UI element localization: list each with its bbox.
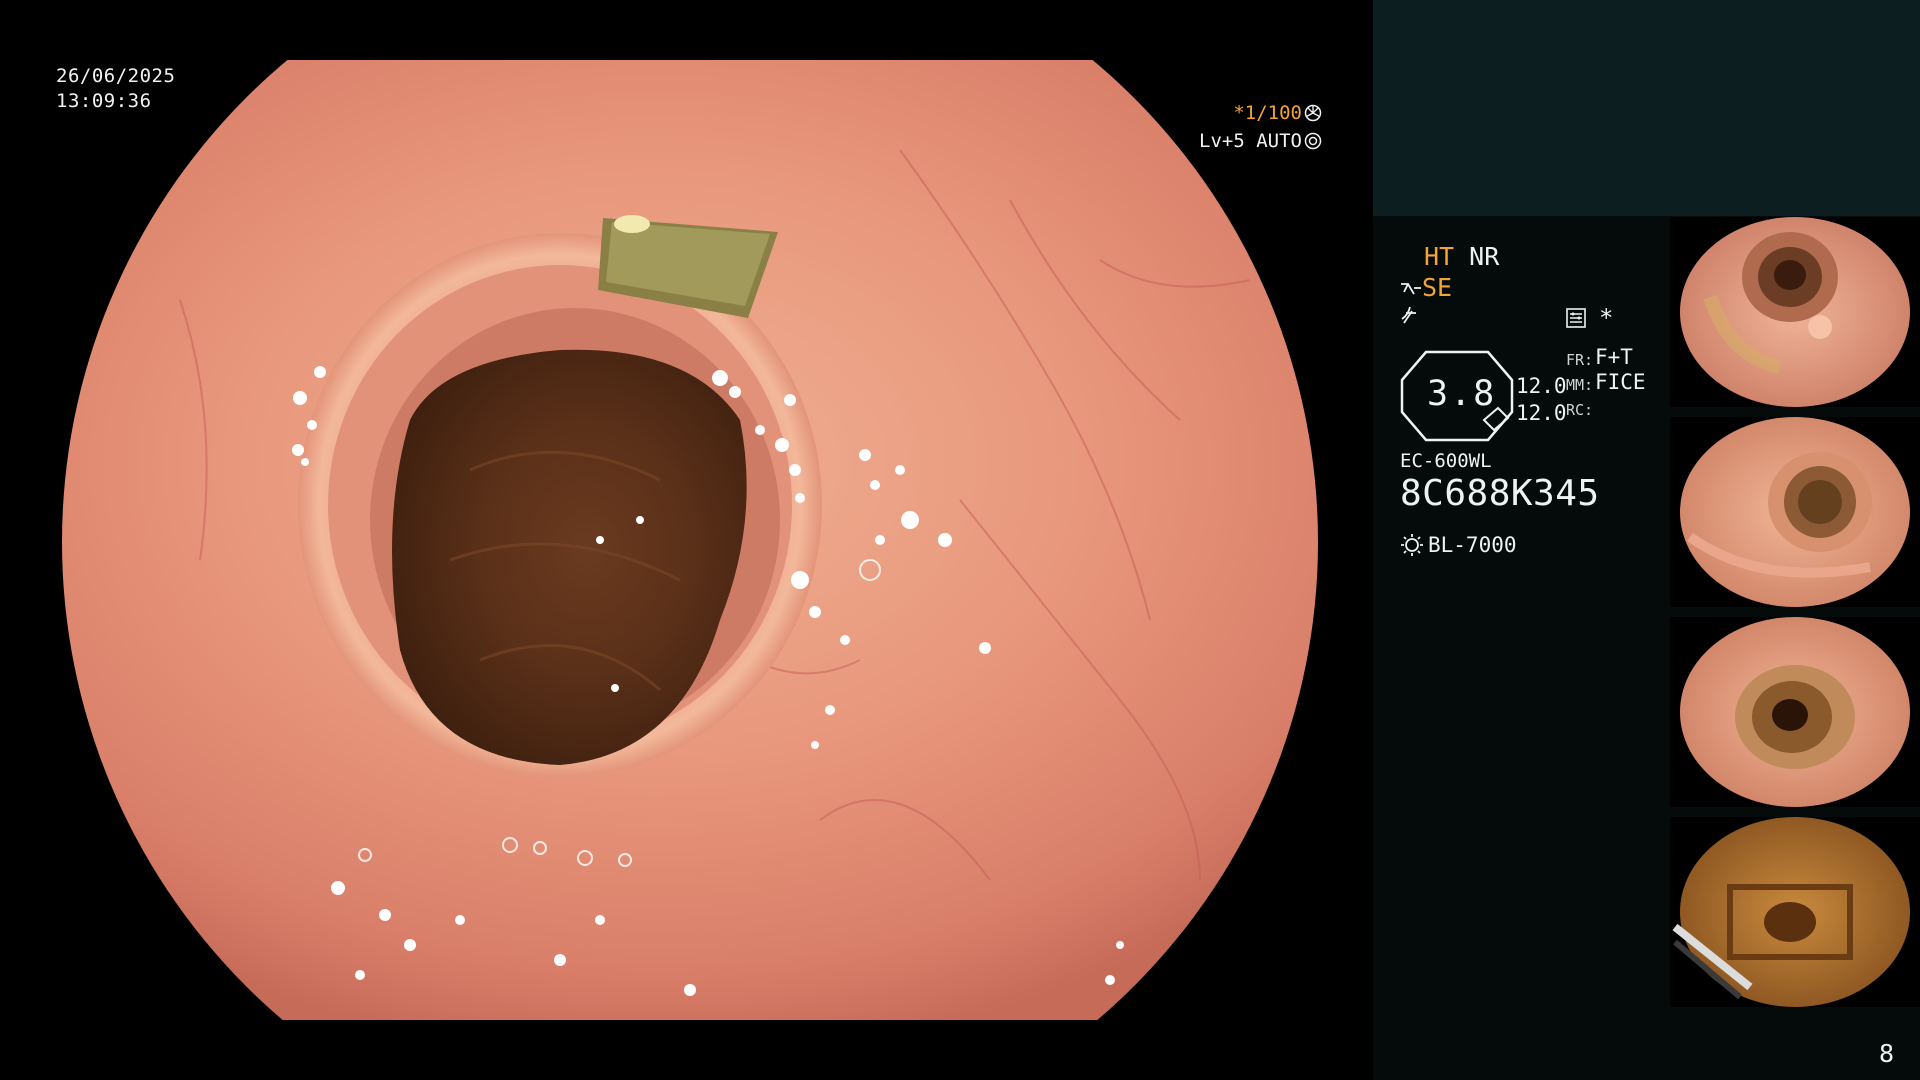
light-source-row: BL-7000 bbox=[1400, 533, 1517, 557]
page-number: 8 bbox=[1878, 1039, 1894, 1068]
nr-label: NR bbox=[1469, 242, 1500, 271]
iris-icon bbox=[1304, 132, 1322, 150]
thumbnail-4[interactable] bbox=[1670, 817, 1920, 1007]
star-indicator: * bbox=[1599, 304, 1614, 332]
endoscopy-image bbox=[62, 60, 1318, 1020]
exposure-mode: AUTO bbox=[1256, 130, 1302, 152]
fr-label: FR: bbox=[1566, 351, 1594, 369]
fr-value: F+T bbox=[1595, 345, 1633, 369]
shutter-info: *1/100 Lv+5 AUTO bbox=[1199, 99, 1322, 155]
light-source-icon bbox=[1401, 534, 1423, 556]
rc-label: RC: bbox=[1566, 401, 1594, 419]
light-source-label: BL-7000 bbox=[1428, 533, 1517, 557]
se-row: SE bbox=[1400, 273, 1452, 302]
value-top: 12.0 bbox=[1516, 374, 1567, 398]
mm-value: FICE bbox=[1595, 370, 1646, 394]
se-label: SE bbox=[1422, 273, 1453, 302]
value-column: 12.0 12.0 bbox=[1516, 373, 1567, 427]
flash-icon bbox=[1400, 305, 1420, 331]
ht-label: HT bbox=[1424, 242, 1455, 271]
date-time: 26/06/2025 13:09:36 bbox=[56, 64, 175, 114]
mm-label: MM: bbox=[1566, 376, 1594, 394]
structure-enhance-icon bbox=[1401, 283, 1421, 295]
aperture-icon bbox=[1304, 104, 1322, 122]
mode-column: F+T FICE bbox=[1595, 345, 1646, 395]
brightness-level: Lv+5 bbox=[1199, 130, 1245, 152]
scope-model: EC-600WL bbox=[1400, 450, 1492, 472]
ht-nr-row: HT NR bbox=[1424, 242, 1499, 271]
side-panel-header bbox=[1373, 0, 1920, 216]
recording-icon bbox=[1565, 307, 1587, 333]
thumbnail-1[interactable] bbox=[1670, 217, 1920, 407]
zoom-value: 3.8 bbox=[1427, 374, 1497, 414]
label-column: FR: MM: RC: bbox=[1566, 348, 1593, 423]
thumbnail-2[interactable] bbox=[1670, 417, 1920, 607]
thumbnail-3[interactable] bbox=[1670, 617, 1920, 807]
value-bottom: 12.0 bbox=[1516, 401, 1567, 425]
settings-panel: HT NR SE * 3.8 12.0 12.0 FR: MM: RC: F+T… bbox=[1400, 240, 1670, 570]
shutter-speed: *1/100 bbox=[1233, 102, 1302, 124]
date-text: 26/06/2025 bbox=[56, 65, 176, 87]
scope-serial: 8C688K345 bbox=[1400, 473, 1600, 514]
time-text: 13:09:36 bbox=[56, 90, 152, 112]
endoscope-view bbox=[0, 0, 1372, 1080]
